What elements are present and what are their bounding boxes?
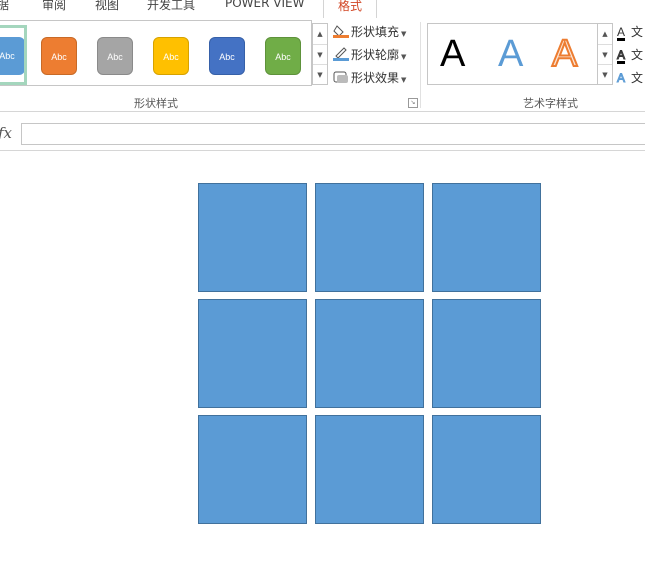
shape-style-3[interactable]: Abc (97, 37, 133, 75)
text-effects-button[interactable]: A文 (617, 68, 644, 88)
shape-style-2[interactable]: Abc (41, 37, 77, 75)
square-shape[interactable] (315, 183, 424, 292)
formula-bar: fx (0, 118, 645, 151)
text-fill-icon: A (617, 25, 626, 39)
tab-developer[interactable]: 开发工具 (147, 0, 195, 13)
square-shape[interactable] (432, 415, 541, 524)
pen-icon (333, 47, 349, 61)
text-fill-label: 文 (631, 25, 644, 39)
square-shape[interactable] (198, 183, 307, 292)
gallery-down-icon[interactable]: ▼ (598, 44, 612, 65)
tab-power-view[interactable]: POWER VIEW (225, 0, 304, 10)
text-effects-label: 文 (631, 71, 644, 85)
square-shape[interactable] (315, 299, 424, 408)
square-shape[interactable] (198, 299, 307, 408)
shape-style-5[interactable]: Abc (209, 37, 245, 75)
formula-input[interactable] (21, 123, 645, 145)
chevron-down-icon: ▼ (401, 30, 407, 38)
text-effects-icon: A (617, 71, 626, 86)
gallery-down-icon[interactable]: ▼ (313, 44, 327, 65)
wordart-sample-blue[interactable]: A (498, 32, 523, 76)
tab-view[interactable]: 视图 (95, 0, 119, 13)
gallery-more-icon[interactable]: ▼ (598, 64, 612, 85)
text-outline-label: 文 (631, 48, 644, 62)
tab-data[interactable]: 据 (0, 0, 9, 13)
square-shape[interactable] (432, 183, 541, 292)
shape-fill-button[interactable]: 形状填充 ▼ (333, 22, 406, 42)
shape-effects-label: 形状效果 (351, 71, 400, 85)
shape-effects-icon (333, 70, 349, 84)
shape-outline-button[interactable]: 形状轮廓 ▼ (333, 45, 406, 65)
dialog-launcher-icon[interactable]: ↘ (408, 98, 418, 108)
tab-format[interactable]: 格式 (323, 0, 378, 19)
gallery-more-icon[interactable]: ▼ (313, 64, 327, 85)
text-outline-button[interactable]: A文 (617, 45, 644, 65)
selected-style-frame (0, 25, 27, 85)
wordart-sample-black[interactable]: A (440, 32, 465, 76)
wordart-sample-orange[interactable]: A (551, 32, 578, 76)
shape-styles-group-label: 形状样式 (134, 97, 178, 110)
shape-outline-label: 形状轮廓 (351, 48, 400, 62)
chevron-down-icon: ▼ (401, 76, 407, 84)
text-outline-icon: A (617, 48, 626, 63)
gallery-up-icon[interactable]: ▲ (313, 24, 327, 44)
group-separator (420, 22, 421, 108)
ribbon-tabs: 据 审阅 视图 开发工具 POWER VIEW 格式 (0, 0, 645, 19)
square-shape[interactable] (198, 415, 307, 524)
gallery-up-icon[interactable]: ▲ (598, 24, 612, 44)
paint-bucket-icon (333, 24, 349, 38)
wordart-gallery[interactable]: A A A (427, 23, 613, 85)
shape-styles-gallery[interactable]: Abc Abc Abc Abc Abc Abc (0, 20, 312, 86)
function-icon[interactable]: fx (0, 124, 12, 142)
shape-effects-button[interactable]: 形状效果 ▼ (333, 68, 406, 88)
square-shape[interactable] (432, 299, 541, 408)
square-shape[interactable] (315, 415, 424, 524)
shape-style-6[interactable]: Abc (265, 37, 301, 75)
ribbon: Abc Abc Abc Abc Abc Abc ▲ ▼ ▼ 形状填充 ▼ 形状轮廓… (0, 18, 645, 112)
chevron-down-icon: ▼ (401, 53, 407, 61)
shape-style-4[interactable]: Abc (153, 37, 189, 75)
wordart-gallery-scroll: ▲ ▼ ▼ (597, 23, 613, 85)
styles-gallery-scroll: ▲ ▼ ▼ (312, 23, 328, 85)
shape-fill-label: 形状填充 (351, 25, 400, 39)
text-fill-button[interactable]: A文 (617, 22, 643, 42)
wordart-styles-group-label: 艺术字样式 (523, 97, 578, 110)
tab-review[interactable]: 审阅 (42, 0, 66, 13)
